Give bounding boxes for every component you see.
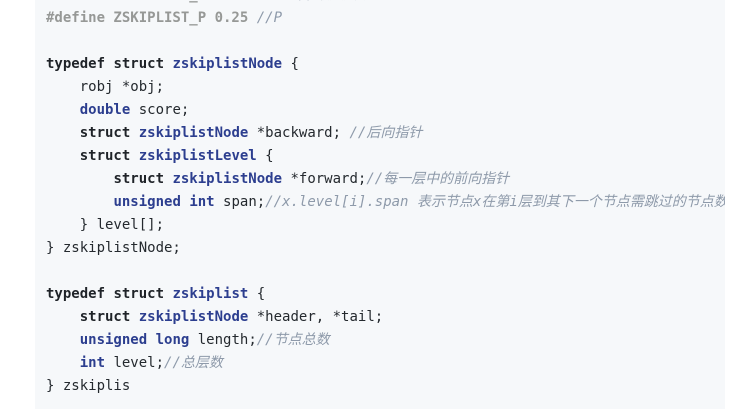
code-line: robj *obj; (46, 76, 725, 99)
code-comment: //x.level[i].span 表示节点x在第i层到其下一个节点需跳过的节点… (265, 194, 725, 210)
code-line: typedef struct zskiplistNode { (46, 53, 725, 76)
code-token: #define ZSKIPLIST_P 0.25 (46, 10, 257, 26)
code-line: } level[]; (46, 214, 725, 237)
code-comment: //总层数 (164, 355, 223, 371)
code-token: length; (189, 332, 257, 348)
code-token: #define ZSKIPLIST_MAXLEVEL 32 (46, 0, 299, 3)
code-line: unsigned long length;//节点总数 (46, 329, 725, 352)
code-token: { (248, 286, 266, 302)
code-token: struct (79, 125, 131, 141)
code-token: zskiplist (172, 286, 249, 302)
code-token: int (189, 194, 215, 210)
code-line: struct zskiplistLevel { (46, 145, 725, 168)
code-line: } zskiplistNode; (46, 237, 725, 260)
code-token: robj *obj; (46, 79, 165, 95)
code-token: span; (214, 194, 266, 210)
code-token: level; (105, 355, 165, 371)
code-line: double score; (46, 99, 725, 122)
code-listing: #define ZSKIPLIST_MAXLEVEL 32 //最大层数#def… (46, 0, 725, 398)
code-token: int (79, 355, 106, 371)
code-line: struct zskiplistNode *forward;//每一层中的前向指… (46, 168, 725, 191)
code-token: unsigned (79, 332, 148, 348)
code-line: #define ZSKIPLIST_P 0.25 //P (46, 7, 725, 30)
code-token: struct (113, 56, 165, 72)
code-token: typedef (46, 56, 106, 72)
code-token: unsigned (113, 194, 181, 210)
code-line: struct zskiplistNode *backward; //后向指针 (46, 122, 725, 145)
code-line: unsigned int span;//x.level[i].span 表示节点… (46, 191, 725, 214)
code-token: *backward; (248, 125, 350, 141)
code-token: { (282, 56, 299, 72)
code-token: struct (79, 309, 131, 325)
code-line: struct zskiplistNode *header, *tail; (46, 306, 725, 329)
code-comment: //后向指针 (349, 125, 423, 141)
code-line: #define ZSKIPLIST_MAXLEVEL 32 //最大层数 (46, 0, 725, 7)
code-token: zskiplistNode (172, 56, 283, 72)
code-token: { (256, 148, 274, 164)
code-line: int level;//总层数 (46, 352, 725, 375)
code-token: *forward; (282, 171, 367, 187)
code-comment: //节点总数 (256, 332, 330, 348)
code-line: } zskiplis (46, 375, 725, 398)
code-token: zskiplistNode (172, 171, 283, 187)
code-comment: //P (256, 10, 283, 26)
code-token: typedef (46, 286, 106, 302)
code-token: zskiplistNode (138, 309, 249, 325)
code-token: score; (130, 102, 190, 118)
code-token: } zskiplis (46, 378, 131, 394)
code-line: typedef struct zskiplist { (46, 283, 725, 306)
code-token: double (79, 102, 131, 118)
code-token: zskiplistLevel (138, 148, 257, 164)
code-token: } level[]; (46, 217, 165, 233)
code-token: struct (79, 148, 131, 164)
code-block: #define ZSKIPLIST_MAXLEVEL 32 //最大层数#def… (35, 0, 725, 409)
code-token: } zskiplistNode; (46, 240, 181, 256)
code-comment: //最大层数 (299, 0, 372, 3)
code-token: long (155, 332, 190, 348)
code-token: struct (113, 171, 165, 187)
code-comment: //每一层中的前向指针 (366, 171, 510, 187)
code-token: zskiplistNode (138, 125, 249, 141)
code-token: *header, *tail; (248, 309, 384, 325)
code-token: struct (113, 286, 165, 302)
